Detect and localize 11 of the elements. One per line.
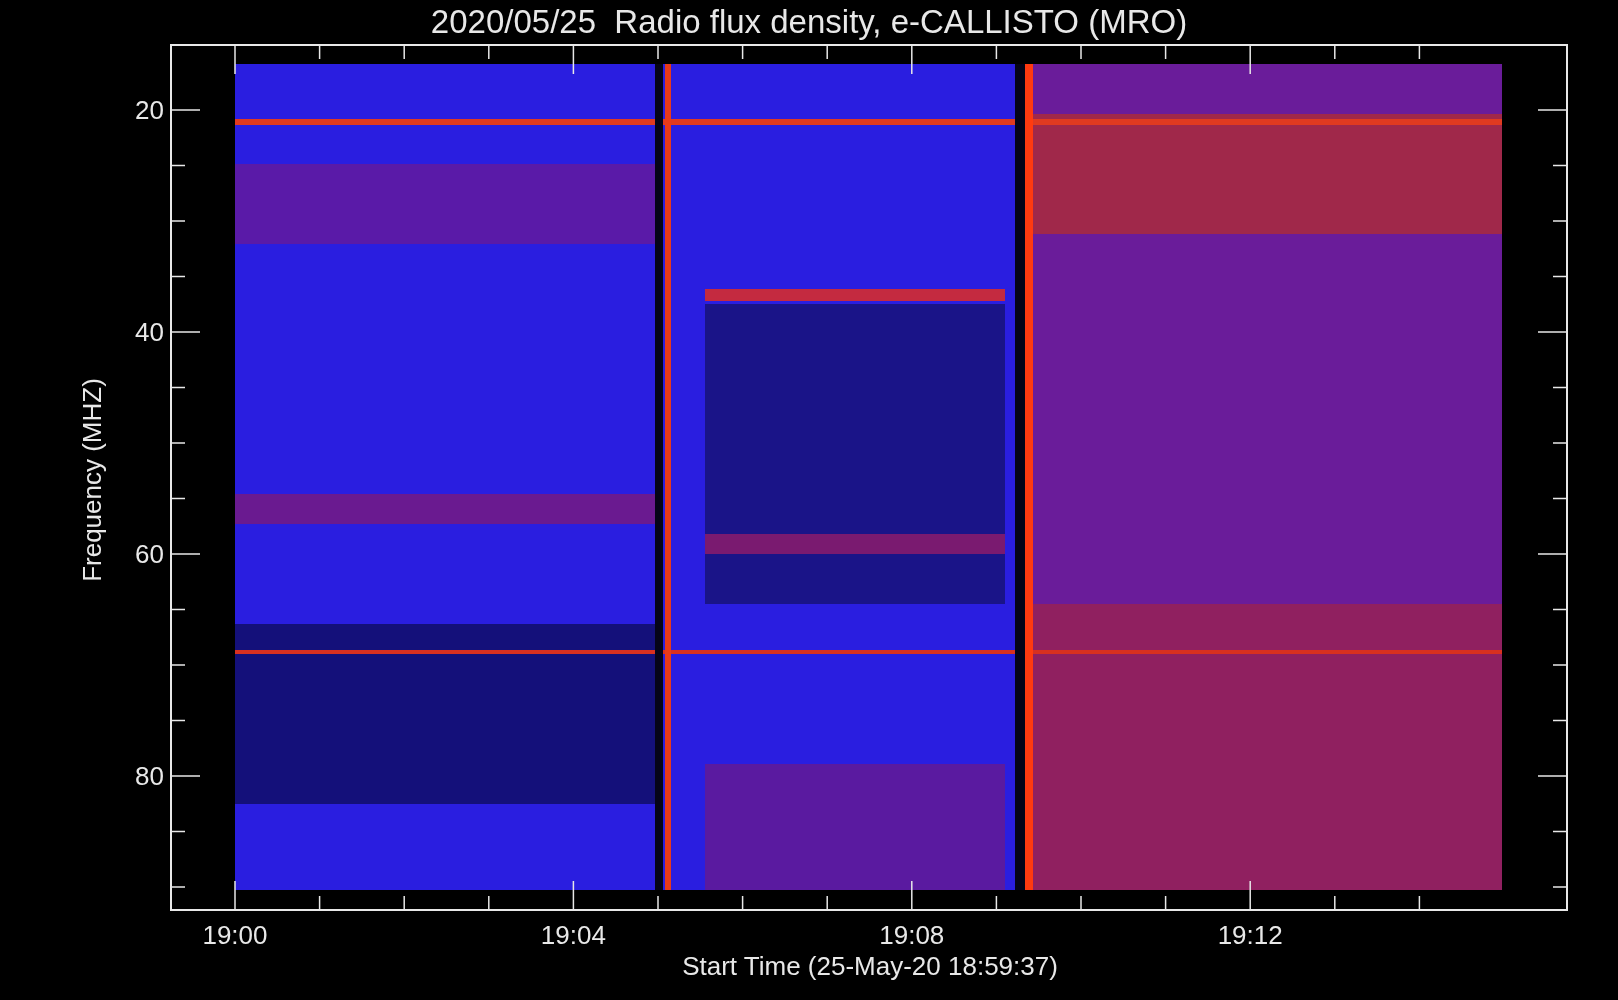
x-axis-label: Start Time (25-May-20 18:59:37) — [681, 951, 1059, 981]
x-tick-label: 19:04 — [539, 920, 607, 950]
x-tick-label: 19:00 — [201, 920, 269, 950]
x-tick-label: 19:08 — [878, 920, 946, 950]
y-axis-label: Frequency (MHZ) — [77, 378, 107, 582]
y-tick-label: 60 — [134, 539, 164, 569]
y-tick-label: 40 — [134, 317, 164, 347]
y-tick-label: 80 — [134, 761, 164, 791]
y-tick-label: 20 — [134, 95, 164, 125]
chart-title: 2020/05/25 Radio flux density, e-CALLISTO (MRO) — [429, 2, 1189, 42]
x-tick-label: 19:12 — [1216, 920, 1284, 950]
